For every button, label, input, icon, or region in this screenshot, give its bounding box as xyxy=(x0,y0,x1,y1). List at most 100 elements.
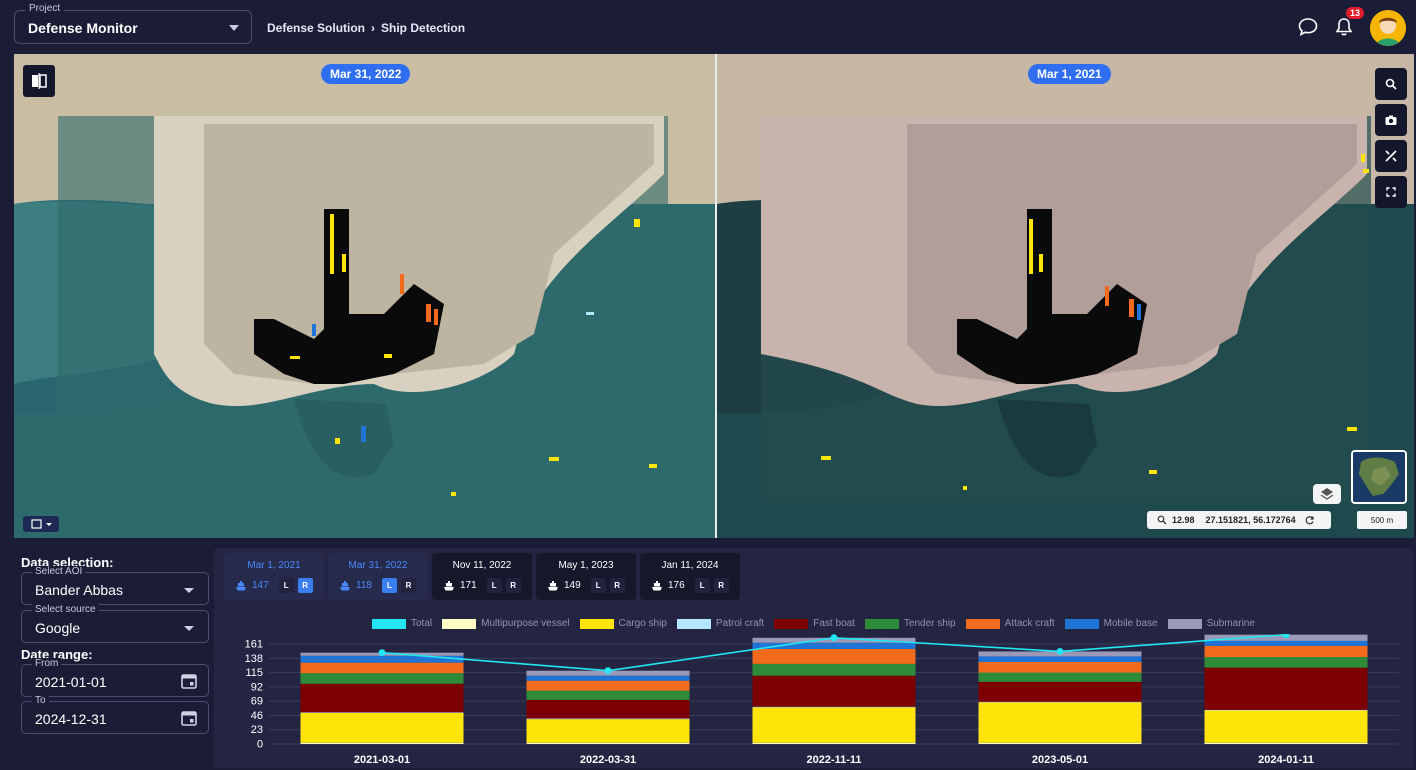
ship-count: 176 xyxy=(668,580,685,591)
date-tabs: Mar 1, 2021 147 L R Mar 31, 2022 118 L R Nov 11,… xyxy=(224,553,740,600)
basemap-toggle-button[interactable] xyxy=(1313,484,1341,504)
legend-item[interactable]: Mobile base xyxy=(1064,618,1158,629)
legend-label: Patrol craft xyxy=(715,618,765,629)
to-label: To xyxy=(32,695,49,706)
ship-count-stacked-bar-chart: 0 23 46 69 92 115 138 161 2021-03-01 2022-03-31 20… xyxy=(245,634,1399,766)
to-date-field[interactable]: To 2024-12-31 xyxy=(21,695,209,734)
legend-label: Mobile base xyxy=(1103,618,1158,629)
left-map-toggle[interactable]: L xyxy=(590,578,606,593)
bar-segment xyxy=(300,712,464,743)
bar-segment xyxy=(978,662,1142,673)
x-tick-label: 2021-03-01 xyxy=(354,754,410,766)
overview-minimap[interactable] xyxy=(1351,450,1407,504)
measure-icon xyxy=(1385,150,1397,162)
legend-swatch xyxy=(442,618,477,629)
total-point xyxy=(830,634,838,642)
right-map-toggle[interactable]: R xyxy=(297,578,313,593)
legend-item[interactable]: Fast boat xyxy=(774,618,855,629)
right-map-toggle[interactable]: R xyxy=(713,578,729,593)
total-point xyxy=(1056,647,1064,655)
legend-item[interactable]: Attack craft xyxy=(965,618,1055,629)
right-map-toggle[interactable]: R xyxy=(505,578,521,593)
data-selection-sidebar: Data selection: Select AOI Bander Abbas … xyxy=(14,544,214,768)
ship-count: 149 xyxy=(564,580,581,591)
map-left-pane[interactable]: Mar 31, 2022 xyxy=(14,54,715,538)
y-tick-label: 0 xyxy=(257,739,263,751)
y-tick-label: 161 xyxy=(245,639,263,651)
source-value: Google xyxy=(35,620,81,636)
legend-label: Multipurpose vessel xyxy=(481,618,570,629)
x-tick-label: 2022-03-31 xyxy=(580,754,636,766)
chevron-down-icon xyxy=(184,588,194,593)
date-tab-controls: 118 L R xyxy=(338,578,416,593)
total-point xyxy=(378,649,386,657)
bar-segment xyxy=(526,675,690,681)
from-date-field[interactable]: From 2021-01-01 xyxy=(21,658,209,697)
bar-segment xyxy=(526,742,690,744)
y-tick-label: 92 xyxy=(251,681,263,693)
total-point xyxy=(604,667,612,675)
bar-segment xyxy=(1204,640,1368,646)
measure-tool-button[interactable] xyxy=(1375,140,1407,172)
right-map-toggle[interactable]: R xyxy=(400,578,416,593)
search-icon xyxy=(1385,78,1397,90)
bar-segment xyxy=(526,718,690,720)
legend-label: Total xyxy=(411,618,433,629)
chat-icon[interactable] xyxy=(1297,16,1319,38)
bar-segment xyxy=(978,742,1142,744)
calendar-icon[interactable] xyxy=(180,672,198,690)
europe-map-icon xyxy=(1353,452,1405,502)
coordinates-readout: 12.98 27.151821, 56.172764 xyxy=(1147,511,1331,529)
legend-item[interactable]: Tender ship xyxy=(864,618,956,629)
search-tool-button[interactable] xyxy=(1375,68,1407,100)
avatar[interactable] xyxy=(1370,10,1406,46)
source-select[interactable]: Select source Google xyxy=(21,604,209,643)
compare-toggle-button[interactable] xyxy=(23,65,55,97)
source-label: Select source xyxy=(32,604,99,615)
legend-label: Cargo ship xyxy=(618,618,667,629)
satellite-image-left xyxy=(14,54,715,538)
aoi-select[interactable]: Select AOI Bander Abbas xyxy=(21,566,209,605)
date-tab[interactable]: May 1, 2023 149 L R xyxy=(536,553,636,600)
legend-item[interactable]: Patrol craft xyxy=(676,618,765,629)
legend-item[interactable]: Submarine xyxy=(1167,618,1255,629)
bar-segment xyxy=(1204,709,1368,711)
bar-segment xyxy=(1204,667,1368,710)
bell-icon[interactable] xyxy=(1333,16,1355,38)
map-compare-view[interactable]: Mar 31, 2022 Mar 1, 2021 12.98 27.151821… xyxy=(14,54,1414,538)
screenshot-tool-button[interactable] xyxy=(1375,104,1407,136)
layer-select-button[interactable] xyxy=(23,516,59,532)
left-map-toggle[interactable]: L xyxy=(278,578,294,593)
project-select[interactable]: Project Defense Monitor xyxy=(14,3,252,44)
bar-segment xyxy=(526,699,690,719)
legend-item[interactable]: Total xyxy=(372,618,432,629)
bar-segment xyxy=(752,706,916,708)
bar-segment xyxy=(978,681,1142,702)
right-map-toggle[interactable]: R xyxy=(609,578,625,593)
legend-item[interactable]: Multipurpose vessel xyxy=(442,618,570,629)
bar-segment xyxy=(1204,645,1368,658)
legend-item[interactable]: Cargo ship xyxy=(579,618,667,629)
left-map-toggle[interactable]: L xyxy=(694,578,710,593)
layers-stack-icon xyxy=(1320,488,1334,500)
fullscreen-tool-button[interactable] xyxy=(1375,176,1407,208)
date-tab[interactable]: Jan 11, 2024 176 L R xyxy=(640,553,740,600)
date-tab[interactable]: Nov 11, 2022 171 L R xyxy=(432,553,532,600)
bar-segment xyxy=(526,719,690,743)
left-map-toggle[interactable]: L xyxy=(486,578,502,593)
bar-segment xyxy=(978,702,1142,743)
bar-segment xyxy=(752,675,916,707)
bottom-panel: Data selection: Select AOI Bander Abbas … xyxy=(14,544,1414,768)
left-map-toggle[interactable]: L xyxy=(381,578,397,593)
bar-segment xyxy=(752,707,916,743)
project-value: Defense Monitor xyxy=(28,20,138,36)
date-tab[interactable]: Mar 1, 2021 147 L R xyxy=(224,553,324,600)
date-tab[interactable]: Mar 31, 2022 118 L R xyxy=(328,553,428,600)
satellite-image-right xyxy=(717,54,1414,538)
breadcrumb-item-solution[interactable]: Defense Solution xyxy=(267,21,365,35)
map-right-pane[interactable]: Mar 1, 2021 xyxy=(717,54,1414,538)
notification-badge: 13 xyxy=(1346,7,1365,19)
refresh-icon[interactable] xyxy=(1305,515,1315,525)
calendar-icon[interactable] xyxy=(180,709,198,727)
y-tick-label: 69 xyxy=(251,696,263,708)
